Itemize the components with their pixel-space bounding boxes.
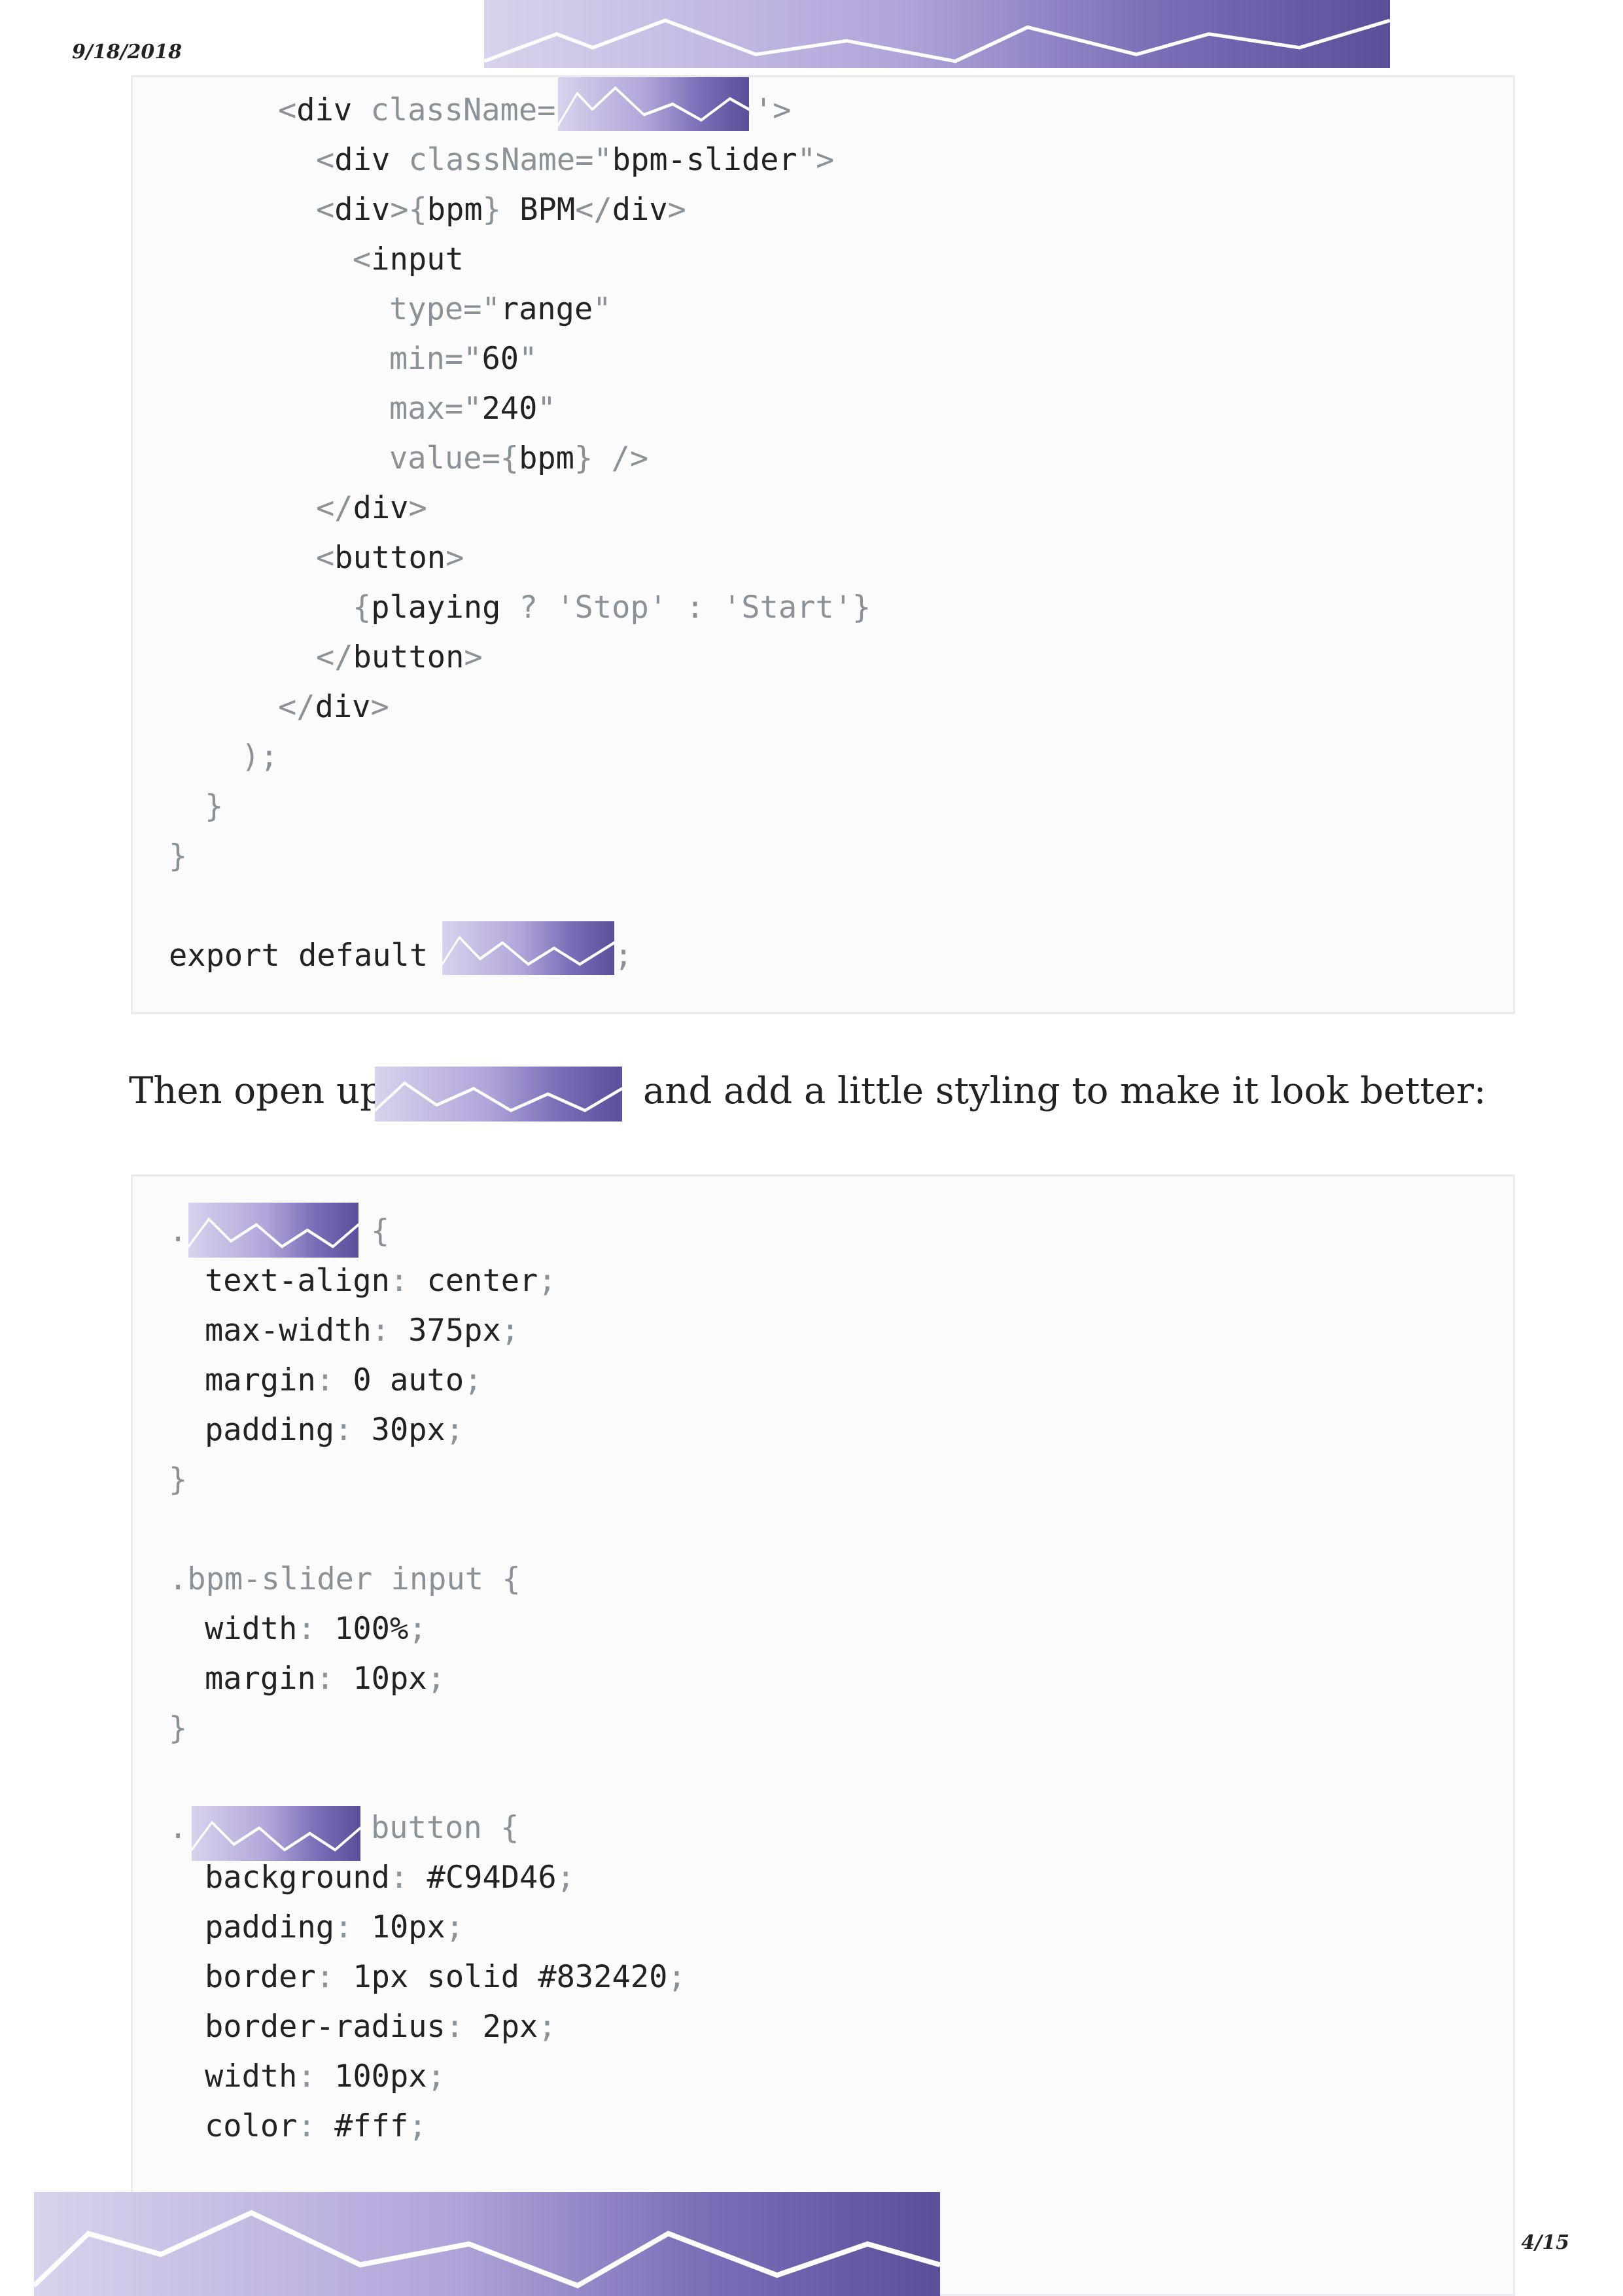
- code-line: button {: [371, 1810, 519, 1846]
- print-date: 9/18/2018: [72, 41, 183, 63]
- code-line: <div className="bpm-slider">: [316, 142, 835, 178]
- redaction-class-2: [192, 1806, 360, 1861]
- redaction-banner-bottom: [34, 2192, 940, 2296]
- code-line: margin: 0 auto;: [205, 1362, 483, 1398]
- redaction-banner-top: [484, 0, 1390, 68]
- code-line: margin: 10px;: [205, 1661, 445, 1697]
- code-css: . { text-align: center; max-width: 375px…: [133, 1176, 686, 2221]
- prose-before: Then open up: [129, 1070, 383, 1112]
- code-block-jsx: <div className= '> <div className="bpm-s…: [131, 75, 1515, 1014]
- page-number: 4/15: [1521, 2231, 1569, 2254]
- code-line: export default: [169, 938, 428, 974]
- code-line: );: [241, 739, 279, 775]
- code-line: <input: [353, 241, 464, 277]
- redaction-classname: [558, 77, 749, 131]
- redaction-export-name: [442, 921, 614, 975]
- code-line: <button>: [316, 540, 464, 576]
- code-line: }: [169, 1710, 188, 1746]
- code-line: max="240": [389, 391, 556, 427]
- code-line: .bpm-slider input {: [169, 1561, 521, 1597]
- prose-after: and add a little styling to make it look…: [643, 1070, 1486, 1112]
- code-line: </button>: [316, 639, 483, 675]
- code-line: </div>: [316, 490, 427, 526]
- code-block-css: . { text-align: center; max-width: 375px…: [131, 1174, 1515, 2296]
- redaction-filename: [375, 1067, 622, 1122]
- code-line: text-align: center;: [205, 1263, 557, 1299]
- code-line: }: [169, 838, 188, 874]
- redaction-class-1: [188, 1203, 358, 1258]
- code-line: padding: 30px;: [205, 1412, 464, 1448]
- code-line: }: [205, 788, 224, 824]
- code-line: </div>: [278, 689, 389, 725]
- code-line: width: 100px;: [205, 2058, 445, 2094]
- code-line: value={bpm} />: [389, 440, 649, 476]
- code-line: border-radius: 2px;: [205, 2009, 557, 2045]
- code-line: padding: 10px;: [205, 1909, 464, 1945]
- code-line: {playing ? 'Stop' : 'Start'}: [353, 590, 871, 626]
- code-jsx: <div className= '> <div className="bpm-s…: [133, 77, 871, 1122]
- code-line: <div>{bpm} BPM</div>: [316, 192, 686, 228]
- code-line: div: [296, 92, 371, 128]
- code-line: min="60": [389, 341, 538, 377]
- code-line: max-width: 375px;: [205, 1313, 520, 1349]
- code-line: border: 1px solid #832420;: [205, 1959, 686, 1995]
- code-line: }: [169, 1462, 188, 1498]
- code-line: width: 100%;: [205, 1611, 427, 1647]
- code-line: type="range": [389, 291, 612, 327]
- code-line: color: #fff;: [205, 2108, 427, 2144]
